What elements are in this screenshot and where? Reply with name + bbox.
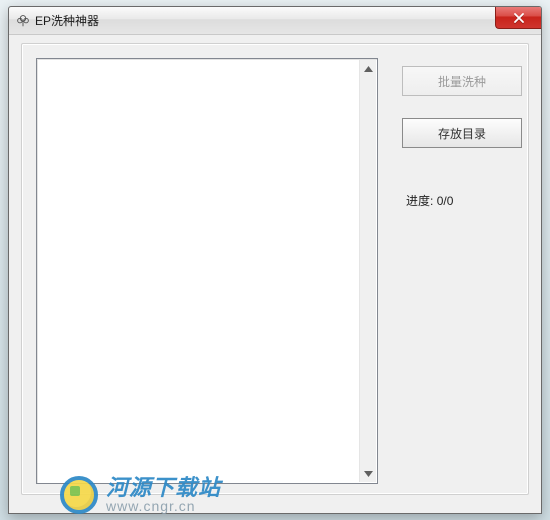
app-window: EP洗种神器 批量洗种 (8, 6, 542, 514)
save-dir-label: 存放目录 (438, 125, 486, 142)
client-area: 批量洗种 存放目录 进度: 0/0 (17, 43, 533, 505)
progress-value: 0/0 (437, 194, 454, 208)
scroll-down-icon[interactable] (360, 465, 377, 482)
batch-wash-label: 批量洗种 (438, 73, 486, 90)
progress-text: 进度: 0/0 (406, 192, 453, 209)
group-frame: 批量洗种 存放目录 进度: 0/0 (21, 43, 529, 495)
titlebar[interactable]: EP洗种神器 (9, 7, 541, 35)
batch-wash-button: 批量洗种 (402, 66, 522, 96)
save-dir-button[interactable]: 存放目录 (402, 118, 522, 148)
close-button[interactable] (495, 7, 541, 29)
progress-prefix: 进度: (406, 194, 433, 208)
scroll-up-icon[interactable] (360, 60, 377, 77)
app-icon (15, 13, 31, 29)
close-icon (513, 13, 525, 23)
window-title: EP洗种神器 (35, 12, 99, 29)
scrollbar[interactable] (359, 60, 376, 482)
file-listbox[interactable] (36, 58, 378, 484)
